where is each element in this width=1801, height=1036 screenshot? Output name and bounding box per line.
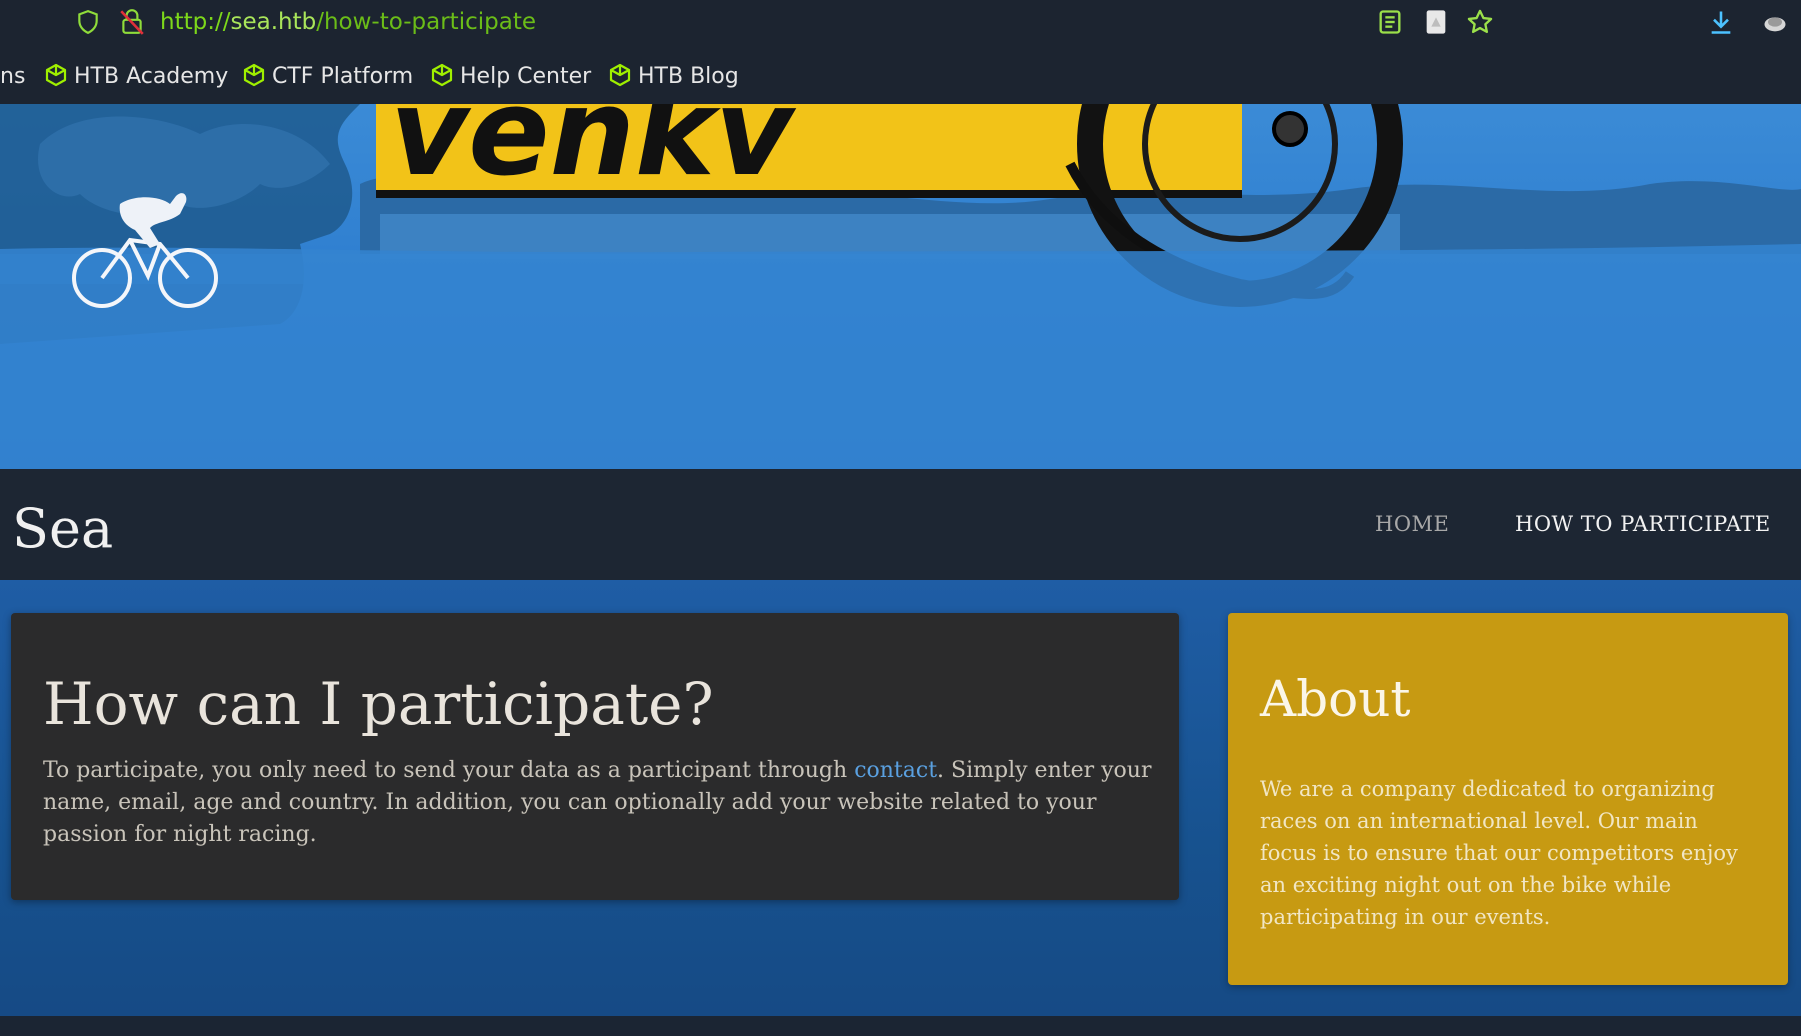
bookmark-label: HTB Blog	[638, 64, 739, 89]
url-path: /how-to-participate	[316, 9, 536, 35]
footer-strip	[0, 1016, 1801, 1036]
bookmark-help-center[interactable]: Help Center	[430, 62, 591, 92]
hero-illustration: venkv	[0, 104, 1801, 469]
banner-text: venkv	[390, 104, 797, 203]
cube-icon	[45, 63, 67, 87]
about-text: We are a company dedicated to organizing…	[1260, 777, 1738, 929]
url-scheme: http://	[160, 9, 231, 35]
reader-view-icon[interactable]	[1376, 8, 1404, 36]
main-content: How can I participate? To participate, y…	[0, 580, 1801, 1016]
cube-icon	[431, 63, 453, 87]
participate-panel: How can I participate? To participate, y…	[11, 613, 1179, 900]
participate-heading: How can I participate?	[43, 670, 714, 738]
pdf-icon[interactable]	[1422, 8, 1450, 36]
contact-link[interactable]: contact	[854, 758, 937, 783]
about-heading: About	[1260, 670, 1411, 728]
bookmark-htb-blog[interactable]: HTB Blog	[608, 62, 739, 92]
bookmark-ctf-platform[interactable]: CTF Platform	[242, 62, 413, 92]
nav-home-link[interactable]: HOME	[1375, 509, 1449, 539]
bookmark-label: Help Center	[460, 64, 592, 89]
extension-icon[interactable]	[1761, 8, 1789, 36]
nav-how-to-participate-link[interactable]: HOW TO PARTICIPATE	[1515, 509, 1771, 539]
cube-icon	[243, 63, 265, 87]
bookmark-partial[interactable]: ns	[0, 62, 25, 92]
bookmark-star-icon[interactable]	[1466, 8, 1494, 36]
url-host: sea.htb	[230, 9, 317, 35]
bookmark-htb-academy[interactable]: HTB Academy	[44, 62, 228, 92]
cube-icon	[609, 63, 631, 87]
bookmark-label: CTF Platform	[272, 64, 414, 89]
hero-banner: venkv	[0, 104, 1801, 469]
browser-chrome: http://sea.htb/how-to-participate ns HTB…	[0, 0, 1801, 104]
participate-text: To participate, you only need to send yo…	[43, 755, 1153, 851]
bookmarks-toolbar: ns HTB Academy CTF Platform Help Center …	[0, 56, 1801, 100]
site-title[interactable]: Sea	[12, 499, 113, 559]
url-text[interactable]: http://sea.htb/how-to-participate	[160, 8, 536, 36]
bookmark-label: HTB Academy	[74, 64, 229, 89]
participate-text-before: To participate, you only need to send yo…	[43, 758, 855, 783]
about-panel: About We are a company dedicated to orga…	[1228, 613, 1788, 985]
shield-icon[interactable]	[75, 9, 101, 35]
url-bar[interactable]: http://sea.htb/how-to-participate	[0, 0, 1801, 44]
insecure-lock-icon[interactable]	[119, 8, 145, 36]
download-icon[interactable]	[1707, 8, 1735, 36]
site-header: Sea HOME HOW TO PARTICIPATE	[0, 469, 1801, 580]
